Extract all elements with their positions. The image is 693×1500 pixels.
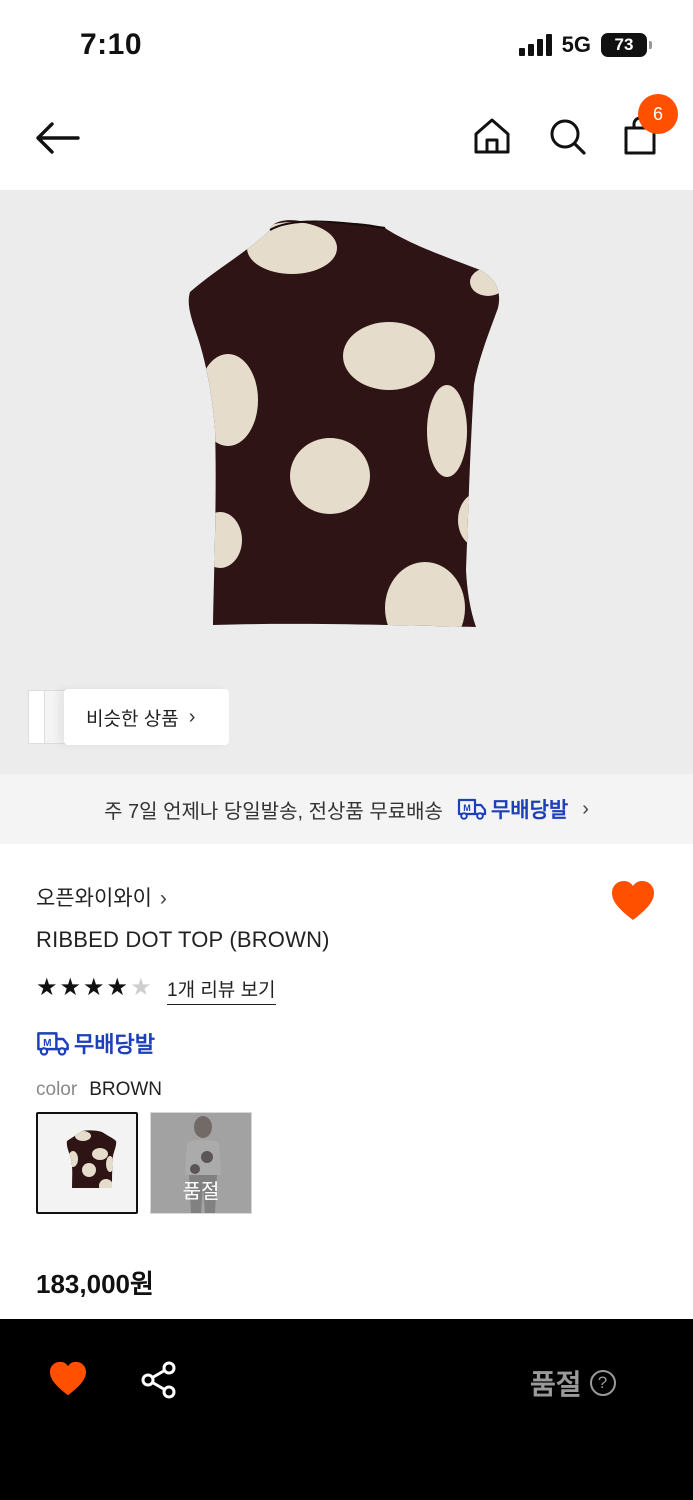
free-delivery-label: 무배당발 <box>490 799 569 822</box>
heart-icon[interactable] <box>610 880 656 922</box>
sweater-image <box>188 220 500 627</box>
status-indicators: 5G 73 <box>518 32 652 58</box>
delivery-truck-icon: M <box>457 798 487 820</box>
review-link[interactable]: 1개 리뷰 보기 <box>167 975 276 1005</box>
top-nav-bar <box>0 90 693 190</box>
product-price: 183,000원 <box>36 1269 154 1299</box>
network-label: 5G <box>561 32 591 57</box>
product-image[interactable]: 비슷한 상품 › <box>0 190 693 774</box>
soldout-button[interactable]: 품절 ? <box>530 1363 616 1403</box>
status-time: 7:10 <box>80 28 143 61</box>
brand-link[interactable]: 오픈와이와이 › <box>36 882 167 912</box>
star-filled-icon: ★ <box>83 974 105 1001</box>
similar-products-label: 비슷한 상품 <box>86 708 179 730</box>
share-icon[interactable] <box>140 1361 178 1399</box>
arrow-left-icon[interactable] <box>30 116 84 160</box>
color-swatch-brown[interactable] <box>36 1112 138 1214</box>
color-option-key: color <box>36 1079 78 1100</box>
battery-icon: 73 <box>601 33 652 57</box>
chevron-right-icon: › <box>159 887 167 910</box>
free-delivery-label: 무배당발 <box>74 1032 155 1057</box>
free-delivery-badge: M 무배당발 <box>457 794 568 824</box>
signal-icon <box>518 34 552 56</box>
status-bar: 7:10 5G 73 <box>0 0 693 90</box>
home-icon[interactable] <box>470 114 514 158</box>
delivery-truck-icon: M <box>37 1031 69 1056</box>
bottom-action-bar: 품절 ? <box>0 1319 693 1500</box>
help-icon[interactable]: ? <box>589 1370 616 1396</box>
chevron-right-icon: › <box>188 705 196 728</box>
color-swatch-soldout[interactable]: 품절 <box>150 1112 252 1214</box>
delivery-banner[interactable]: 주 7일 언제나 당일발송, 전상품 무료배송 M 무배당발 › <box>0 774 693 844</box>
color-option-row: color BROWN <box>36 1079 162 1101</box>
svg-text:M: M <box>463 803 471 813</box>
star-empty-icon: ★ <box>130 974 152 1001</box>
soldout-label: 품절 <box>182 1181 220 1203</box>
similar-products-button[interactable]: 비슷한 상품 › <box>64 689 229 745</box>
star-filled-icon: ★ <box>106 974 129 1001</box>
swatch-sweater-image <box>66 1130 117 1188</box>
cart-count-badge: 6 <box>638 94 678 134</box>
battery-level: 73 <box>614 35 634 54</box>
soldout-button-label: 품절 <box>530 1369 582 1400</box>
heart-icon[interactable] <box>48 1361 88 1397</box>
star-filled-icon: ★ <box>36 974 58 1001</box>
svg-text:M: M <box>43 1037 51 1048</box>
brand-name: 오픈와이와이 <box>36 887 152 910</box>
search-icon[interactable] <box>545 114 589 158</box>
star-filled-icon: ★ <box>59 974 82 1001</box>
product-title: RIBBED DOT TOP (BROWN) <box>36 927 330 952</box>
similar-products-thumbnails <box>28 690 74 744</box>
rating-stars: ★ ★ ★ ★ ★ <box>36 974 152 1002</box>
delivery-banner-text: 주 7일 언제나 당일발송, 전상품 무료배송 <box>104 800 443 823</box>
free-delivery-badge: M 무배당발 <box>36 1027 155 1059</box>
color-option-value: BROWN <box>89 1079 163 1100</box>
chevron-right-icon: › <box>582 797 589 820</box>
